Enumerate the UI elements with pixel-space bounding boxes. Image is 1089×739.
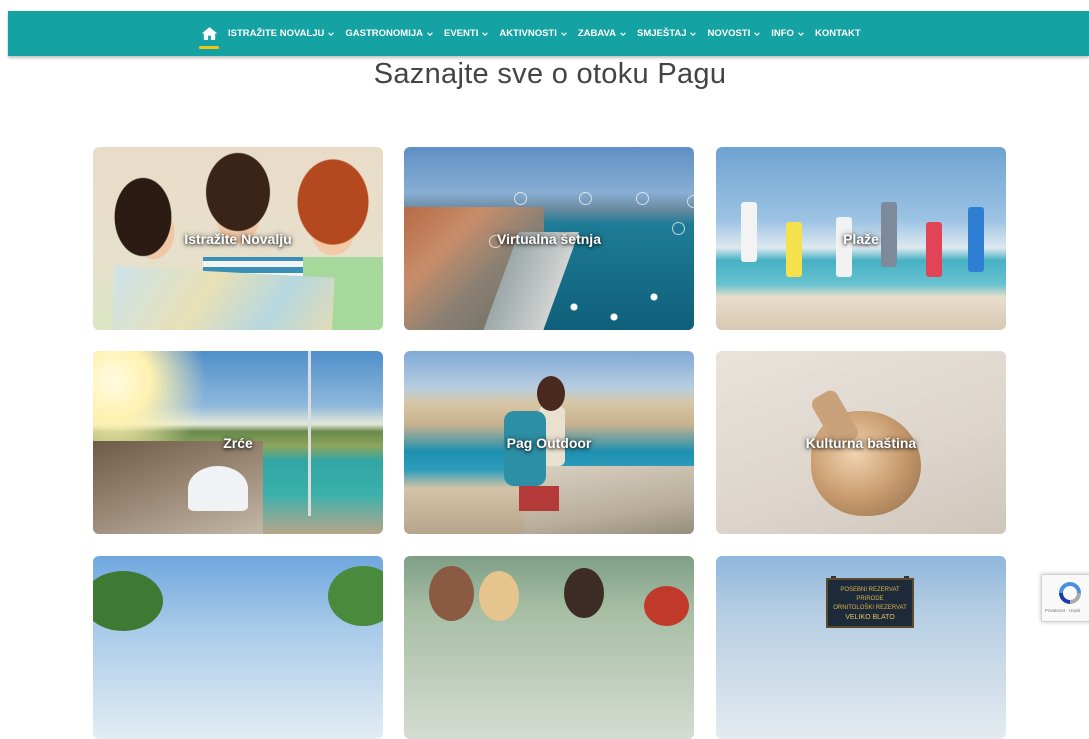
- recaptcha-badge[interactable]: Privatnost - Uvjeti: [1041, 574, 1089, 622]
- chevron-down-icon: [561, 31, 567, 37]
- nav-item-label: AKTIVNOSTI: [499, 28, 557, 39]
- nav-item-gastronomija[interactable]: GASTRONOMIJA: [345, 28, 433, 39]
- reserve-sign: POSEBNI REZERVAT PRIRODE ORNITOLOŠKI REZ…: [826, 578, 914, 628]
- tile-plaze[interactable]: Plaže: [716, 147, 1006, 330]
- tile-label: Istražite Novalju: [184, 230, 292, 247]
- nav-item-label: GASTRONOMIJA: [345, 28, 424, 39]
- recaptcha-text[interactable]: Privatnost - Uvjeti: [1045, 608, 1080, 613]
- tile-label: Virtualna šetnja: [496, 230, 601, 247]
- chevron-down-icon: [690, 31, 697, 37]
- tile-row3-nature[interactable]: [93, 556, 383, 739]
- tile-row3-people[interactable]: [404, 556, 694, 739]
- home-link[interactable]: [198, 11, 220, 56]
- sign-line: VELIKO BLATO: [845, 614, 895, 621]
- recaptcha-icon: [1059, 582, 1081, 604]
- hotspot-icon: [636, 192, 649, 205]
- tile-label: Plaže: [843, 230, 879, 247]
- nav-item-label: SMJEŠTAJ: [637, 28, 687, 39]
- nav-item-smjestaj[interactable]: SMJEŠTAJ: [637, 28, 697, 39]
- tile-istrazite-novalju[interactable]: Istražite Novalju: [93, 147, 383, 330]
- chevron-down-icon: [754, 31, 761, 37]
- nav-item-label: NOVOSTI: [707, 28, 751, 39]
- nav-item-label: EVENTI: [444, 28, 479, 39]
- hotspot-icon: [579, 192, 592, 205]
- tile-virtualna-setnja[interactable]: Virtualna šetnja: [404, 147, 694, 330]
- chevron-down-icon: [328, 31, 335, 37]
- sign-line: POSEBNI REZERVAT PRIRODE: [840, 587, 900, 602]
- chevron-down-icon: [482, 31, 489, 37]
- main-navbar: ISTRAŽITE NOVALJU GASTRONOMIJA EVENTI AK…: [8, 11, 1089, 56]
- tile-image: [93, 556, 383, 739]
- hotspot-icon: [514, 192, 527, 205]
- hotspot-icon: [687, 195, 694, 208]
- nav-item-eventi[interactable]: EVENTI: [444, 28, 489, 39]
- sign-line: ORNITOLOŠKI REZERVAT: [833, 605, 907, 611]
- tile-label: Kulturna baština: [805, 434, 917, 451]
- tile-image: [404, 556, 694, 739]
- active-underline: [199, 46, 219, 49]
- nav-menu: ISTRAŽITE NOVALJU GASTRONOMIJA EVENTI AK…: [198, 11, 872, 56]
- nav-item-info[interactable]: INFO: [771, 28, 804, 39]
- chevron-down-icon: [798, 31, 804, 37]
- tile-label: Pag Outdoor: [506, 434, 592, 451]
- nav-item-aktivnosti[interactable]: AKTIVNOSTI: [499, 28, 567, 39]
- page-title: Saznajte sve o otoku Pagu: [373, 58, 727, 90]
- tile-pag-outdoor[interactable]: Pag Outdoor: [404, 351, 694, 534]
- chevron-down-icon: [620, 31, 626, 37]
- nav-item-label: INFO: [771, 28, 794, 39]
- nav-item-istrazite-novalju[interactable]: ISTRAŽITE NOVALJU: [228, 28, 335, 39]
- tile-row3-reserve[interactable]: POSEBNI REZERVAT PRIRODE ORNITOLOŠKI REZ…: [716, 556, 1006, 739]
- nav-item-kontakt[interactable]: KONTAKT: [815, 28, 861, 39]
- tile-kulturna-bastina[interactable]: Kulturna baština: [716, 351, 1006, 534]
- tile-label: Zrće: [223, 434, 253, 451]
- nav-item-novosti[interactable]: NOVOSTI: [707, 28, 761, 39]
- tile-zrce[interactable]: Zrće: [93, 351, 383, 534]
- nav-item-label: ZABAVA: [577, 28, 617, 39]
- home-icon: [201, 27, 217, 40]
- nav-item-label: KONTAKT: [814, 28, 861, 39]
- chevron-down-icon: [427, 31, 433, 37]
- nav-item-label: ISTRAŽITE NOVALJU: [228, 28, 325, 39]
- tile-image: POSEBNI REZERVAT PRIRODE ORNITOLOŠKI REZ…: [716, 556, 1006, 739]
- nav-item-zabava[interactable]: ZABAVA: [578, 28, 626, 39]
